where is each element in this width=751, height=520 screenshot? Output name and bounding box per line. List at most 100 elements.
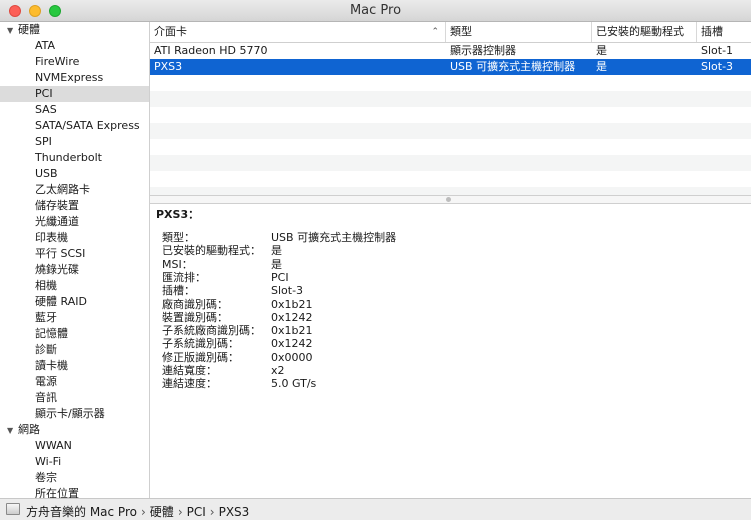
sidebar-item[interactable]: 讀卡機 — [0, 358, 149, 374]
column-header-label: 類型 — [450, 25, 472, 38]
sidebar[interactable]: ▼ 硬體 ATA FireWire NVMExpress PCI SAS SATA/SATA … — [0, 22, 150, 498]
device-table: ATI Radeon HD 5770 顯示器控制器是 Slot-1 PXS3 USB 可… — [150, 43, 751, 195]
sidebar-item[interactable]: 顯示卡/顯示器 — [0, 406, 149, 422]
breadcrumb: 方舟音樂的 Mac Pro › 硬體 › PCI › PXS3 — [26, 503, 249, 520]
detail-field-key: 裝置識別碼： — [162, 310, 228, 324]
table-row-empty — [150, 139, 751, 155]
detail-field: 已安裝的驅動程式： 是 — [162, 244, 742, 257]
table-row-empty — [150, 91, 751, 107]
sidebar-item[interactable]: FireWire — [0, 54, 149, 70]
detail-field-key: MSI： — [162, 257, 193, 271]
table-row[interactable]: PXS3 USB 可擴充式主機控制器 是 Slot-3 — [150, 59, 751, 75]
detail-field: 連結速度： 5.0 GT/s — [162, 377, 742, 390]
table-cell: 顯示器控制器 — [450, 44, 516, 57]
disclosure-triangle-icon[interactable]: ▼ — [7, 423, 18, 439]
breadcrumb-separator-icon: › — [140, 505, 146, 519]
table-cell: USB 可擴充式主機控制器 — [450, 60, 576, 73]
sidebar-item[interactable]: USB — [0, 166, 149, 182]
sidebar-item[interactable]: WWAN — [0, 438, 149, 454]
sidebar-item[interactable]: NVMExpress — [0, 70, 149, 86]
sidebar-item[interactable]: ATA — [0, 38, 149, 54]
sidebar-item[interactable]: 診斷 — [0, 342, 149, 358]
column-header-label: 介面卡 — [154, 25, 187, 38]
detail-field: 連結寬度： x2 — [162, 364, 742, 377]
split-view-divider[interactable] — [150, 195, 751, 204]
table-cell: 是 — [596, 60, 607, 73]
sidebar-item[interactable]: 藍牙 — [0, 310, 149, 326]
breadcrumb-separator-icon: › — [177, 505, 183, 519]
title-bar: Mac Pro — [0, 0, 751, 22]
detail-title: PXS3： — [156, 208, 200, 221]
sidebar-item[interactable]: SAS — [0, 102, 149, 118]
sidebar-item[interactable]: PCI — [0, 86, 149, 102]
path-bar: 方舟音樂的 Mac Pro › 硬體 › PCI › PXS3 — [0, 498, 751, 520]
sidebar-group-label: 網路 — [18, 423, 40, 436]
detail-field-key: 已安裝的驅動程式： — [162, 244, 261, 258]
main-pane: 介面卡 ⌃ 類型 已安裝的驅動程式 插槽 ATI Radeon HD 5770 顯… — [150, 22, 751, 498]
sidebar-group[interactable]: ▼ 網路 — [0, 422, 149, 439]
disclosure-triangle-icon[interactable]: ▼ — [7, 23, 18, 39]
detail-field-value: 是 — [271, 257, 282, 271]
sidebar-group-label: 硬體 — [18, 23, 40, 36]
detail-field: 子系統廠商識別碼： 0x1b21 — [162, 324, 742, 337]
column-header-type[interactable]: 類型 — [446, 22, 592, 42]
detail-field-key: 子系統識別碼： — [162, 337, 239, 351]
detail-field: 子系統識別碼： 0x1242 — [162, 337, 742, 350]
detail-field: 插槽： Slot-3 — [162, 284, 742, 297]
sidebar-item[interactable]: 光纖通道 — [0, 214, 149, 230]
detail-field-value: Slot-3 — [271, 284, 304, 298]
sidebar-item[interactable]: 所在位置 — [0, 486, 149, 498]
detail-field-key: 廠商識別碼： — [162, 297, 228, 311]
sidebar-item[interactable]: 音訊 — [0, 390, 149, 406]
sidebar-item[interactable]: Wi-Fi — [0, 454, 149, 470]
divider-grip-icon[interactable] — [446, 197, 451, 202]
table-row-empty — [150, 171, 751, 187]
breadcrumb-item[interactable]: PXS3 — [219, 505, 250, 519]
detail-field-key: 匯流排： — [162, 270, 206, 284]
sidebar-item[interactable]: Thunderbolt — [0, 150, 149, 166]
table-row-empty — [150, 75, 751, 91]
breadcrumb-item[interactable]: 方舟音樂的 Mac Pro — [26, 505, 137, 519]
column-header-driver[interactable]: 已安裝的驅動程式 — [592, 22, 697, 42]
table-row[interactable]: ATI Radeon HD 5770 顯示器控制器 是 Slot-1 — [150, 43, 751, 59]
sidebar-item[interactable]: 儲存裝置 — [0, 198, 149, 214]
detail-field-key: 連結寬度： — [162, 364, 217, 377]
detail-field-key: 連結速度： — [162, 377, 217, 391]
sidebar-item[interactable]: 硬體 RAID — [0, 294, 149, 310]
table-row-empty — [150, 187, 751, 195]
breadcrumb-separator-icon: › — [209, 505, 215, 519]
detail-field: 廠商識別碼： 0x1b21 — [162, 298, 742, 311]
table-cell: ATI Radeon HD 5770 — [154, 44, 268, 57]
table-cell: PXS3 — [154, 60, 183, 73]
detail-field-key: 修正版識別碼： — [162, 350, 239, 364]
column-header-card[interactable]: 介面卡 ⌃ — [150, 22, 446, 42]
detail-field-value: 0x0000 — [271, 350, 313, 364]
detail-field: MSI： 是 — [162, 258, 742, 271]
sidebar-item[interactable]: 平行 SCSI — [0, 246, 149, 262]
detail-field-value: PCI — [271, 270, 289, 284]
sidebar-item[interactable]: 相機 — [0, 278, 149, 294]
sidebar-item[interactable]: SPI — [0, 134, 149, 150]
detail-field: 類型： USB 可擴充式主機控制器 — [162, 231, 742, 244]
detail-field-value: 是 — [271, 244, 282, 258]
detail-pane: PXS3： 類型： USB 可擴充式主機控制器 已安裝的驅動程式： 是 MSI： 是匯流排… — [150, 204, 751, 498]
detail-field-value: 0x1b21 — [271, 324, 313, 338]
sidebar-item[interactable]: 燒錄光碟 — [0, 262, 149, 278]
detail-field-value: 5.0 GT/s — [271, 377, 317, 391]
sidebar-group[interactable]: ▼ 硬體 — [0, 22, 149, 39]
breadcrumb-item[interactable]: 硬體 — [150, 505, 174, 519]
sidebar-item[interactable]: 印表機 — [0, 230, 149, 246]
chevron-up-icon: ⌃ — [431, 27, 439, 37]
sidebar-item[interactable]: 乙太網路卡 — [0, 182, 149, 198]
sidebar-item[interactable]: 記憶體 — [0, 326, 149, 342]
sidebar-item[interactable]: SATA/SATA Express — [0, 118, 149, 134]
sidebar-item[interactable]: 電源 — [0, 374, 149, 390]
sidebar-item[interactable]: 卷宗 — [0, 470, 149, 486]
detail-field-value: x2 — [271, 364, 285, 377]
table-cell: Slot-3 — [701, 60, 734, 73]
breadcrumb-item[interactable]: PCI — [187, 505, 206, 519]
detail-field-value: 0x1242 — [271, 337, 313, 351]
column-header-slot[interactable]: 插槽 — [697, 22, 751, 42]
detail-field: 裝置識別碼： 0x1242 — [162, 311, 742, 324]
detail-field: 修正版識別碼： 0x0000 — [162, 351, 742, 364]
